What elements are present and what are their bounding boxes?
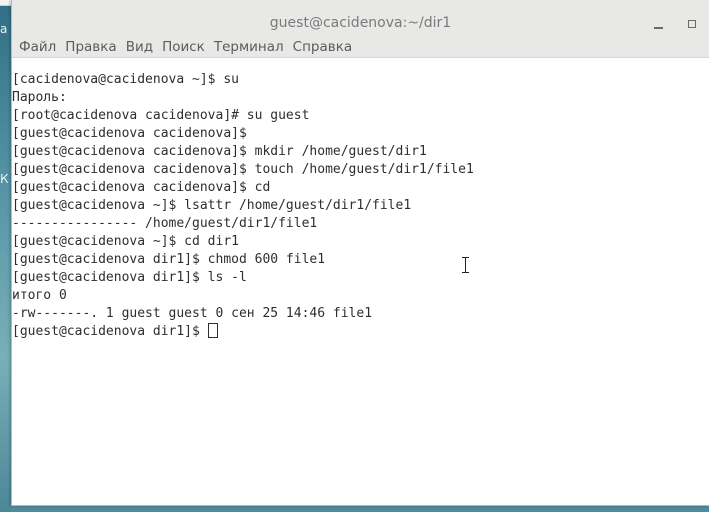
minimize-icon [653, 27, 663, 29]
menu-file[interactable]: Файл [15, 39, 60, 55]
minimize-button[interactable] [648, 14, 668, 34]
terminal-line: ---------------- /home/guest/dir1/file1 [12, 216, 318, 231]
terminal-line: [guest@cacidenova dir1]$ ls -l [12, 270, 247, 285]
maximize-icon [688, 20, 696, 28]
text-cursor [207, 323, 218, 338]
window-title: guest@cacidenova:~/dir1 [269, 15, 452, 31]
terminal-line: итого 0 [12, 288, 67, 303]
menu-bar: Файл Правка Вид Поиск Терминал Справка [12, 36, 709, 58]
terminal-line: [cacidenova@cacidenova ~]$ su [12, 72, 239, 87]
terminal-line: [guest@cacidenova cacidenova]$ cd [12, 180, 271, 195]
terminal-line: [guest@cacidenova ~]$ lsattr /home/guest… [12, 198, 412, 213]
terminal-line: [guest@cacidenova dir1]$ chmod 600 file1 [12, 252, 326, 267]
terminal-line: [guest@cacidenova cacidenova]$ touch /ho… [12, 162, 474, 177]
terminal-line: [root@cacidenova cacidenova]# su guest [12, 108, 310, 123]
terminal-line: [guest@cacidenova cacidenova]$ mkdir /ho… [12, 144, 427, 159]
terminal-line: [guest@cacidenova cacidenova]$ [12, 126, 247, 141]
menu-help[interactable]: Справка [289, 39, 356, 55]
ibeam-cursor-icon [461, 257, 470, 273]
terminal-output[interactable]: [cacidenova@cacidenova ~]$ su Пароль: [r… [12, 71, 709, 505]
desktop-icon-label: а [0, 22, 8, 36]
terminal-line: Пароль: [12, 90, 67, 105]
terminal-window: guest@cacidenova:~/dir1 Файл Правка Вид … [11, 0, 709, 506]
desktop-icon-label: К [0, 172, 9, 186]
terminal-prompt: [guest@cacidenova dir1]$ [12, 324, 208, 339]
menu-terminal[interactable]: Терминал [210, 39, 288, 55]
menu-search[interactable]: Поиск [158, 39, 209, 55]
terminal-line: [guest@cacidenova ~]$ cd dir1 [12, 234, 239, 249]
terminal-input-line[interactable]: [guest@cacidenova dir1]$ [12, 323, 709, 341]
menu-view[interactable]: Вид [122, 39, 157, 55]
maximize-button[interactable] [682, 14, 702, 34]
terminal-line: -rw-------. 1 guest guest 0 сен 25 14:46… [12, 306, 373, 321]
menu-edit[interactable]: Правка [61, 39, 120, 55]
desktop-background [0, 0, 11, 512]
